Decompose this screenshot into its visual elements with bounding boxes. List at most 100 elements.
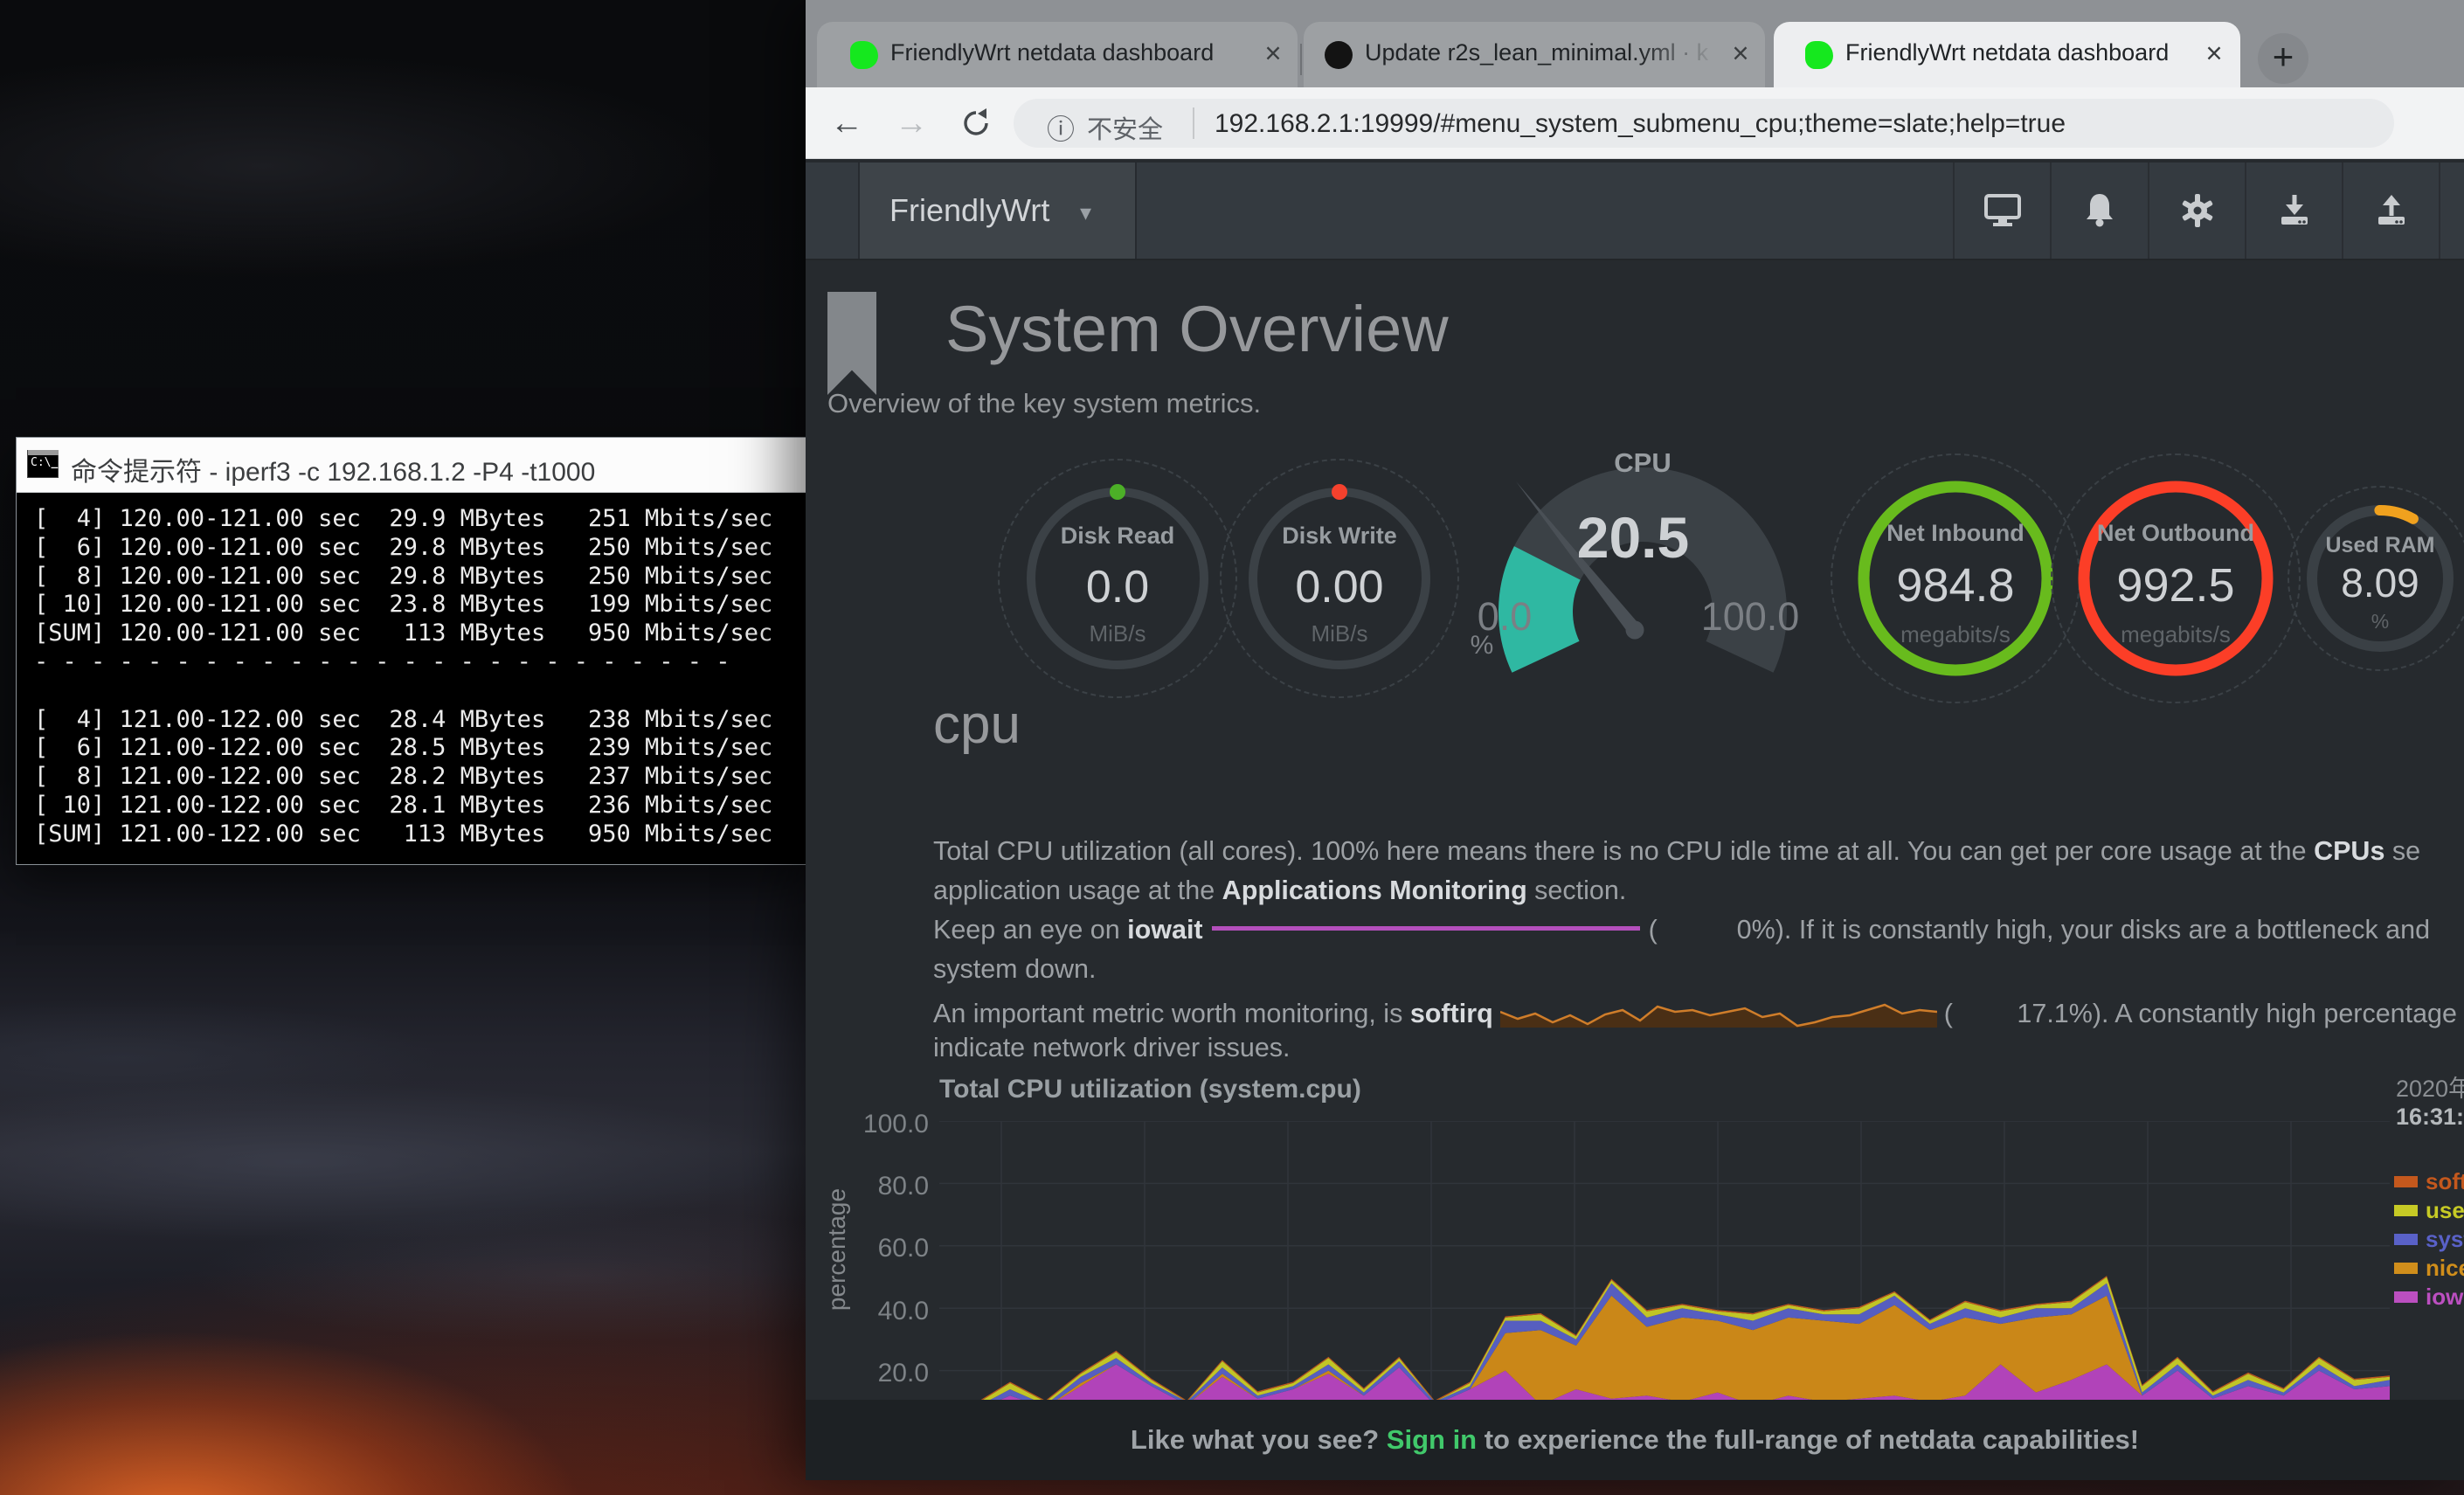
tab-close-icon[interactable]: × <box>2197 36 2232 71</box>
site-info-icon[interactable]: ⓘ <box>1047 107 1075 148</box>
legend-swatch <box>2394 1176 2418 1187</box>
security-label: 不安全 <box>1087 109 1163 146</box>
gauge-net-inbound[interactable]: Net Inbound 984.8 megabits/s <box>1846 469 2065 688</box>
monitor-icon <box>1983 193 2022 228</box>
tab-title: FriendlyWrt netdata dashboard <box>1845 39 2177 66</box>
print-dashboard-button[interactable] <box>1953 163 2050 259</box>
gauge-disk-read[interactable]: Disk Read 0.0 MiB/s <box>1013 474 1222 683</box>
page-title: System Overview <box>945 292 1449 366</box>
navbar-edge-cell <box>2439 163 2464 259</box>
gauge-unit: % <box>1456 631 1508 661</box>
terminal-titlebar: C:\_ 命令提示符 - iperf3 -c 192.168.1.2 -P4 -… <box>17 438 806 493</box>
tab-close-icon[interactable]: × <box>1723 36 1758 71</box>
tab-close-icon[interactable]: × <box>1256 36 1291 71</box>
gauge-value: 20.5 <box>1546 504 1720 571</box>
settings-button[interactable] <box>2148 163 2245 259</box>
legend-swatch <box>2394 1263 2418 1274</box>
gauge-cpu[interactable] <box>1490 459 1796 703</box>
tab-friendlywrt-2-active[interactable]: FriendlyWrt netdata dashboard × <box>1774 22 2240 87</box>
gauge-net-outbound[interactable]: Net Outbound 992.5 megabits/s <box>2066 469 2285 688</box>
chart-timestamp: 2020年3 16:31:2 <box>2396 1069 2464 1131</box>
gauge-disk-write[interactable]: Disk Write 0.00 MiB/s <box>1235 474 1444 683</box>
gauge-value: 992.5 <box>2066 558 2285 613</box>
iowait-sparkline <box>1212 926 1640 931</box>
legend-swatch <box>2394 1291 2418 1303</box>
gauge-label: Disk Write <box>1235 523 1444 550</box>
host-dropdown[interactable]: FriendlyWrt ▾ <box>858 163 1137 259</box>
terminal-title: 命令提示符 - iperf3 -c 192.168.1.2 -P4 -t1000 <box>71 450 595 488</box>
tab-title: FriendlyWrt netdata dashboard <box>890 39 1222 66</box>
legend-label: use <box>2426 1197 2464 1224</box>
cpus-link[interactable]: CPUs <box>2314 836 2384 866</box>
terminal-window[interactable]: C:\_ 命令提示符 - iperf3 -c 192.168.1.2 -P4 -… <box>16 437 807 865</box>
new-tab-button[interactable]: + <box>2258 33 2308 84</box>
desktop: { "terminal": { "title": "命令提示符 - iperf3… <box>0 0 2464 1495</box>
legend-label: iow <box>2426 1284 2463 1311</box>
forward-button[interactable]: → <box>889 101 933 145</box>
chart-title: Total CPU utilization (system.cpu) <box>939 1075 1361 1104</box>
browser-window: FriendlyWrt netdata dashboard × Update r… <box>806 0 2464 1480</box>
y-tick: 100.0 <box>833 1110 929 1139</box>
download-icon <box>2276 192 2313 229</box>
gauge-unit: megabits/s <box>2066 621 2285 648</box>
paragraph-line: Keep an eye on iowait(0%). If it is cons… <box>933 910 2464 950</box>
legend-swatch <box>2394 1205 2418 1216</box>
legend-item[interactable]: use <box>2394 1196 2464 1225</box>
legend-item[interactable]: syst <box>2394 1225 2464 1254</box>
alarms-button[interactable] <box>2050 163 2148 259</box>
iowait-metric: iowait <box>1127 915 1202 945</box>
url-text[interactable]: 192.168.2.1:19999/#menu_system_submenu_c… <box>1215 109 2368 139</box>
legend-item[interactable]: nice <box>2394 1254 2464 1283</box>
gauge-unit: MiB/s <box>1013 620 1222 647</box>
gauge-unit: megabits/s <box>1846 621 2065 648</box>
softirq-value: 17.1% <box>1953 994 2093 1028</box>
tab-friendlywrt-1[interactable]: FriendlyWrt netdata dashboard × <box>817 22 1298 87</box>
gauge-value: 0.00 <box>1235 561 1444 613</box>
reload-button[interactable] <box>954 101 998 145</box>
gauge-used-ram[interactable]: Used RAM 8.09 % <box>2301 500 2459 657</box>
gear-icon <box>2179 192 2216 229</box>
github-favicon <box>1325 41 1353 69</box>
paragraph-line: indicate network driver issues. <box>933 1028 2464 1068</box>
y-tick: 20.0 <box>833 1359 929 1388</box>
page-subtitle: Overview of the key system metrics. <box>827 388 1261 419</box>
cpu-gauge-arc <box>1490 459 1796 703</box>
bookmark-icon <box>827 292 876 395</box>
applications-monitoring-link[interactable]: Applications Monitoring <box>1222 876 1527 905</box>
cmd-icon: C:\_ <box>27 450 59 478</box>
gauge-label: Net Outbound <box>2066 520 2285 547</box>
gauge-unit: % <box>2301 610 2459 633</box>
sign-in-link[interactable]: Sign in <box>1387 1424 1477 1455</box>
legend-item[interactable]: soft <box>2394 1167 2464 1196</box>
gauge-label: Used RAM <box>2301 533 2459 558</box>
tab-strip: FriendlyWrt netdata dashboard × Update r… <box>806 0 2464 87</box>
paragraph-line: An important metric worth monitoring, is… <box>933 989 2464 1028</box>
y-tick: 40.0 <box>833 1297 929 1326</box>
legend-item[interactable]: iow <box>2394 1283 2464 1312</box>
tab-divider <box>1300 44 1302 75</box>
import-snapshot-button[interactable] <box>2245 163 2342 259</box>
browser-toolbar: ← → ⓘ 不安全 192.168.2.1:19999/#menu_system… <box>806 87 2464 159</box>
chevron-down-icon: ▾ <box>1080 199 1091 226</box>
paragraph-line: system down. <box>933 950 2464 989</box>
netdata-page: FriendlyWrt ▾ <box>806 159 2464 1480</box>
terminal-output: [ 4] 120.00-121.00 sec 29.9 MBytes 251 M… <box>17 493 806 849</box>
signin-banner: Like what you see? Sign in to experience… <box>806 1400 2464 1480</box>
y-tick: 60.0 <box>833 1234 929 1263</box>
gauge-value: 0.0 <box>1013 561 1222 613</box>
back-button[interactable]: ← <box>825 101 869 145</box>
tab-github[interactable]: Update r2s_lean_minimal.yml · k × <box>1304 22 1765 87</box>
legend-label: nice <box>2426 1255 2464 1282</box>
gauge-unit: MiB/s <box>1235 620 1444 647</box>
export-snapshot-button[interactable] <box>2342 163 2439 259</box>
paragraph-line: Total CPU utilization (all cores). 100% … <box>933 832 2464 871</box>
gauge-value: 984.8 <box>1846 558 2065 613</box>
tab-title-fade <box>1638 22 1717 87</box>
netdata-navbar: FriendlyWrt ▾ <box>806 163 2464 260</box>
gauge-label: Net Inbound <box>1846 520 2065 547</box>
address-bar[interactable]: ⓘ 不安全 192.168.2.1:19999/#menu_system_sub… <box>1014 99 2394 148</box>
cpu-utilization-chart[interactable] <box>939 1121 2390 1433</box>
softirq-metric: softirq <box>1410 999 1493 1028</box>
legend-label: syst <box>2426 1226 2464 1253</box>
legend-swatch <box>2394 1234 2418 1245</box>
